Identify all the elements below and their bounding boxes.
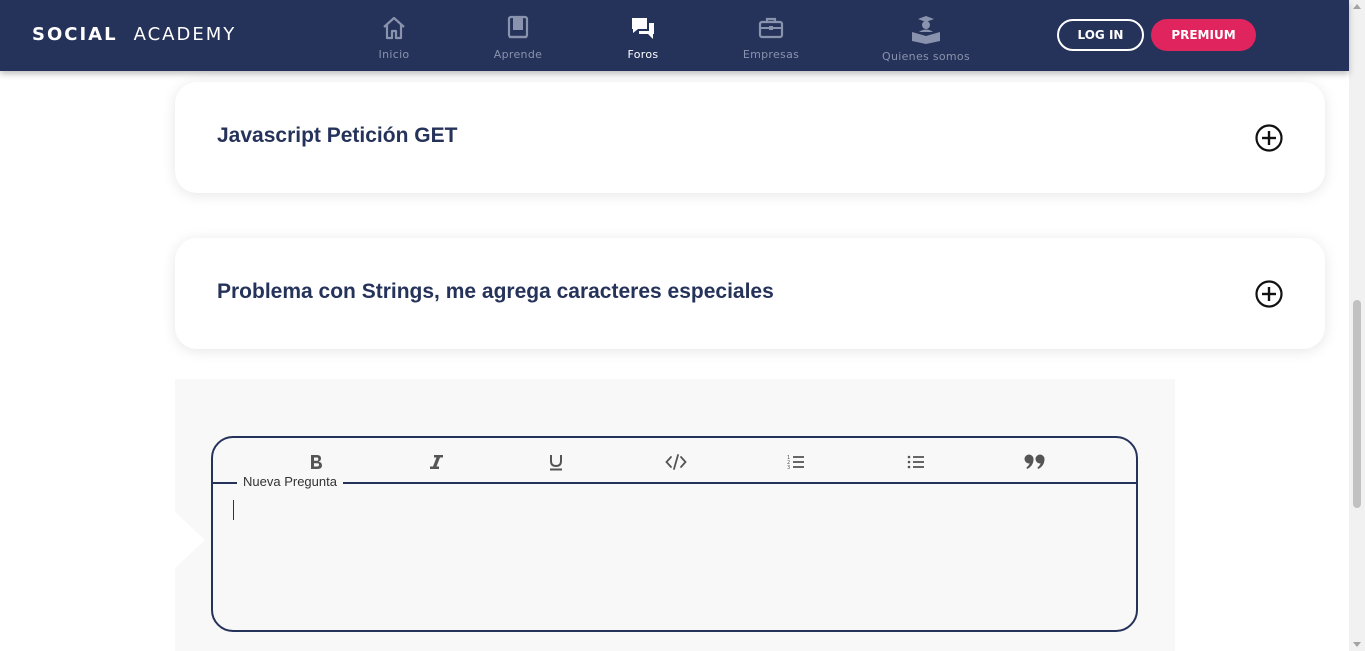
italic-icon — [430, 455, 443, 469]
quote-button[interactable] — [1020, 450, 1050, 474]
graduate-reading-icon — [912, 16, 940, 44]
forum-chat-icon — [632, 18, 654, 39]
login-button[interactable]: LOG IN — [1057, 19, 1144, 51]
nav-item-foros[interactable]: Foros — [593, 14, 693, 61]
nav-item-inicio[interactable]: Inicio — [344, 14, 444, 61]
briefcase-icon — [758, 17, 784, 39]
code-icon — [665, 454, 687, 470]
plus-circle-icon[interactable] — [1255, 124, 1283, 152]
page-scrollbar[interactable] — [1349, 0, 1365, 651]
ordered-list-icon: 1 2 3 — [787, 455, 804, 471]
toolbar-divider — [213, 482, 1136, 484]
bullet-list-icon — [907, 455, 924, 469]
ordered-list-button[interactable]: 1 2 3 — [781, 450, 811, 474]
svg-text:3: 3 — [787, 465, 790, 471]
italic-button[interactable] — [421, 450, 451, 474]
logo[interactable]: SOCIAL ACADEMY — [32, 24, 236, 45]
nav-label-inicio: Inicio — [378, 48, 410, 61]
code-button[interactable] — [661, 450, 691, 474]
logo-text-academy: ACADEMY — [133, 24, 237, 45]
premium-button[interactable]: PREMIUM — [1151, 19, 1256, 51]
book-icon — [507, 15, 529, 39]
question-card[interactable]: Problema con Strings, me agrega caracter… — [175, 238, 1325, 349]
bold-button[interactable] — [301, 450, 331, 474]
section-notch — [175, 512, 205, 568]
rich-text-editor: 1 2 3 Nueva Pregunta — [211, 436, 1138, 632]
question-card[interactable]: Javascript Petición GET — [175, 82, 1325, 193]
underline-button[interactable] — [541, 450, 571, 474]
scroll-up-arrow-icon[interactable] — [1353, 4, 1361, 9]
text-caret — [233, 500, 234, 520]
bullet-list-button[interactable] — [901, 450, 931, 474]
editor-legend: Nueva Pregunta — [237, 474, 343, 489]
nav-label-empresas: Empresas — [742, 48, 800, 61]
bold-icon — [311, 455, 322, 469]
nav-label-aprende: Aprende — [493, 48, 543, 61]
nav-item-aprende[interactable]: Aprende — [468, 14, 568, 61]
nav-item-quienes-somos[interactable]: Quienes somos — [876, 14, 976, 63]
nav-item-empresas[interactable]: Empresas — [721, 14, 821, 61]
scroll-thumb[interactable] — [1353, 300, 1361, 508]
plus-circle-icon[interactable] — [1255, 280, 1283, 308]
underline-icon — [550, 455, 562, 471]
home-icon — [383, 16, 405, 40]
logo-text-social: SOCIAL — [32, 24, 118, 45]
nav-label-foros: Foros — [627, 48, 659, 61]
question-textarea[interactable] — [227, 496, 1122, 616]
quote-icon — [1024, 454, 1045, 469]
question-title[interactable]: Javascript Petición GET — [217, 124, 457, 148]
nav-label-quienes-somos: Quienes somos — [882, 50, 970, 63]
top-navbar: SOCIAL ACADEMY Inicio Aprende Foros Empre… — [0, 0, 1349, 71]
scroll-down-arrow-icon[interactable] — [1353, 642, 1361, 647]
question-title[interactable]: Problema con Strings, me agrega caracter… — [217, 280, 774, 304]
